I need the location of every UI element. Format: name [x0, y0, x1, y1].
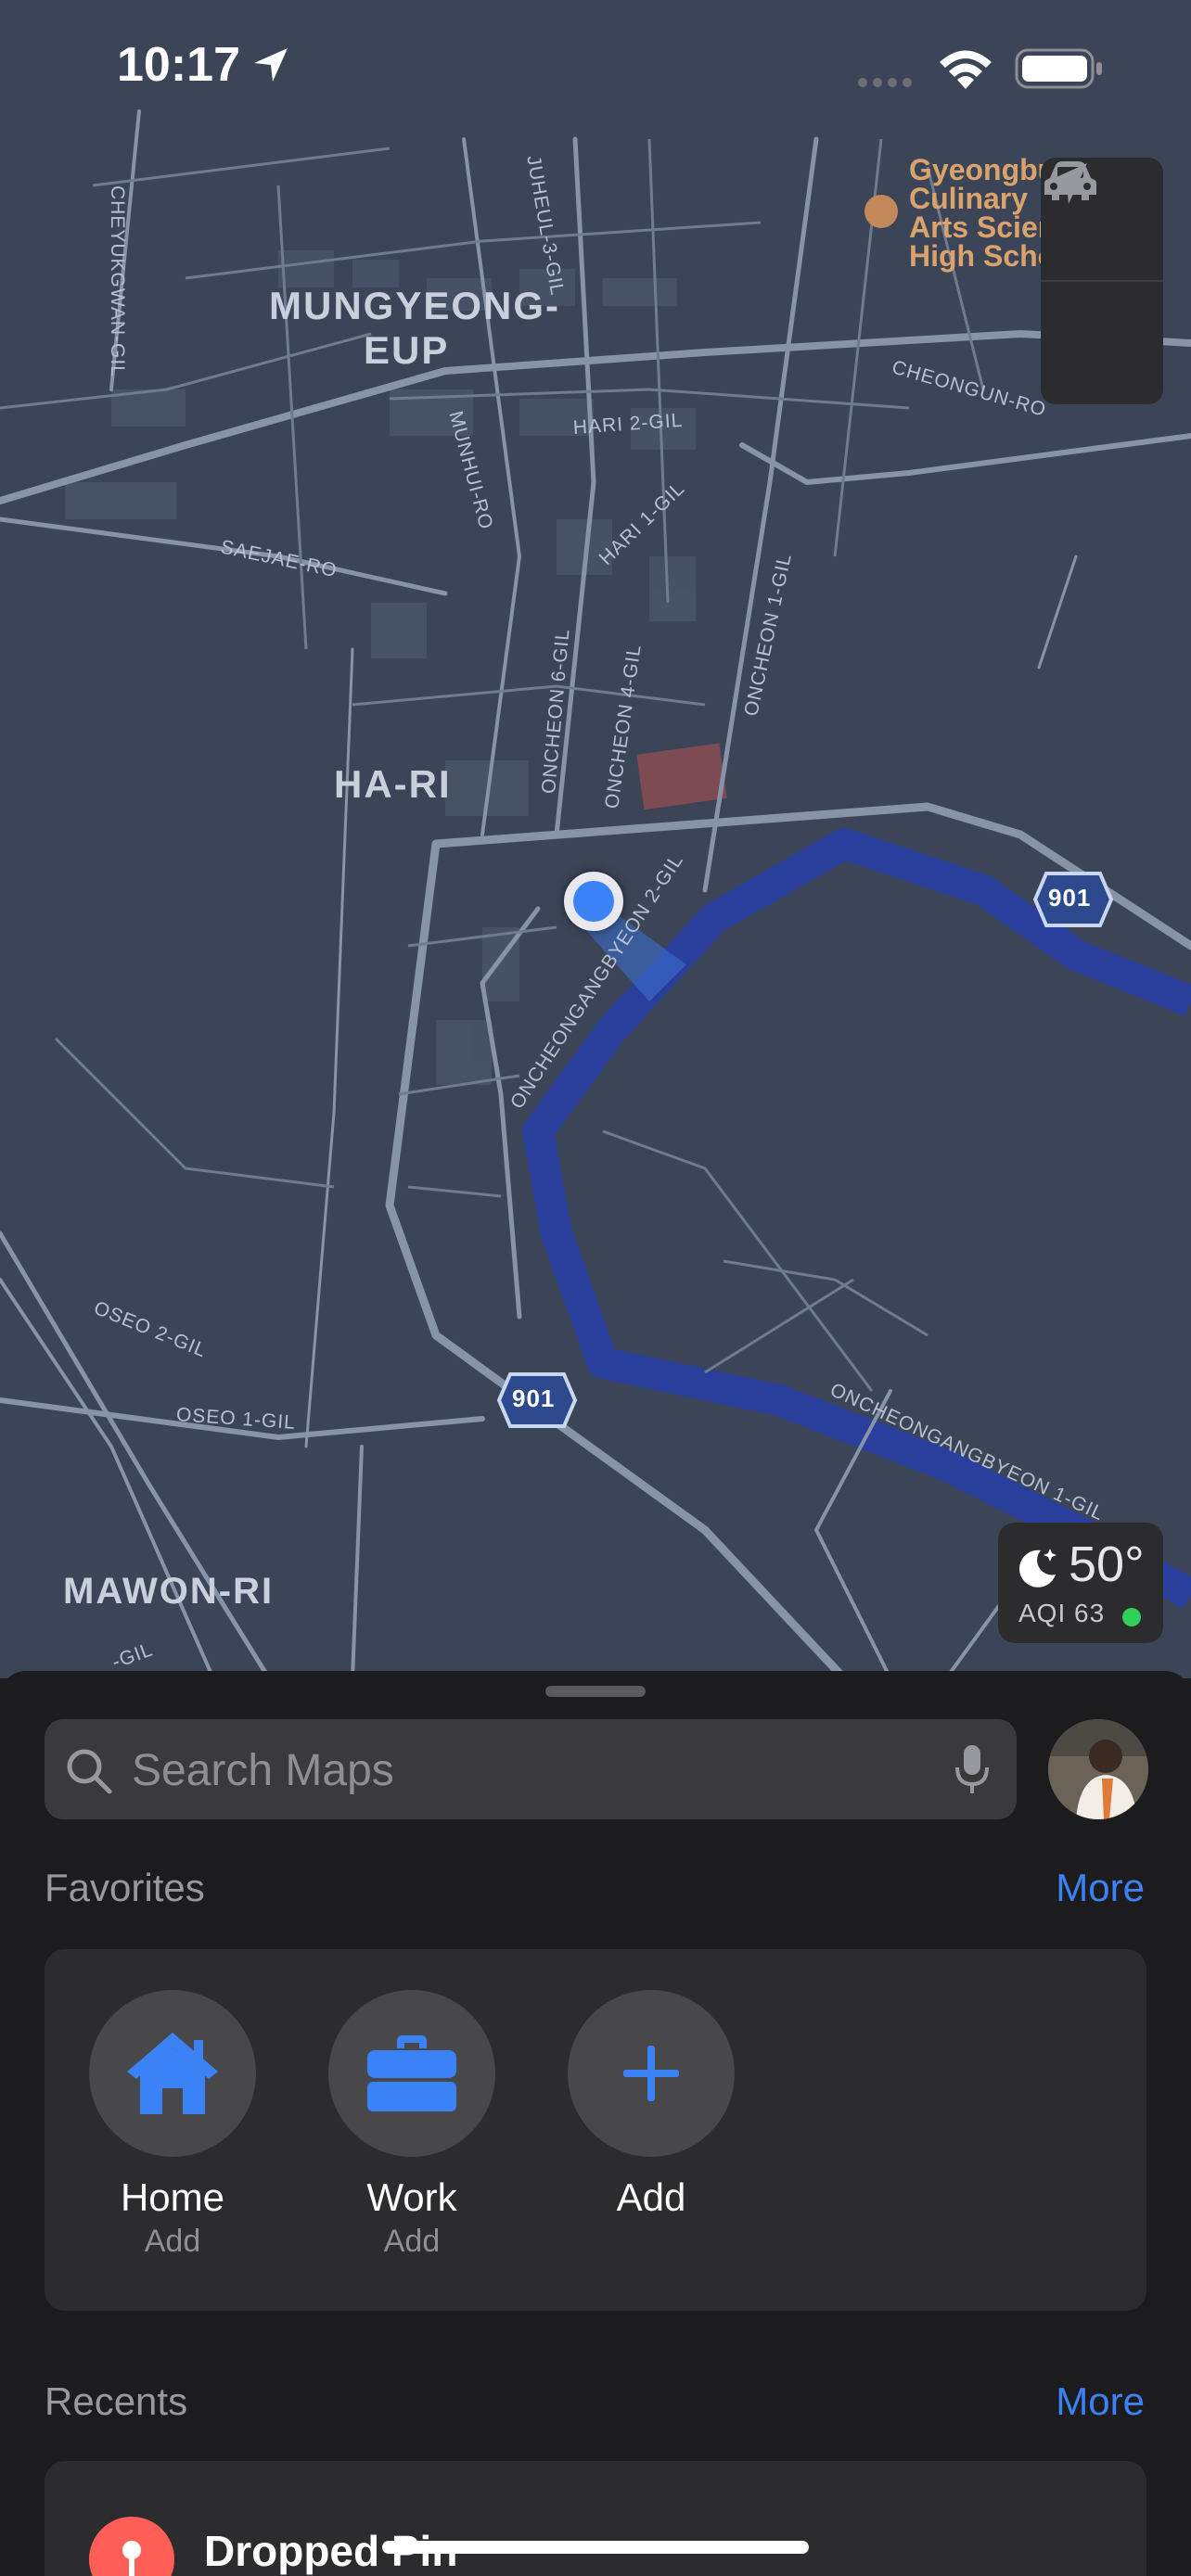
favorite-home-circle: [89, 1990, 256, 2157]
cellular-signal-icon: [858, 78, 912, 87]
favorite-label: Work: [366, 2175, 457, 2219]
favorite-work-circle: [328, 1990, 495, 2157]
search-bar[interactable]: [45, 1719, 1017, 1821]
plus-icon: [623, 2046, 679, 2101]
status-time: 10:17: [117, 38, 240, 92]
recents-title: Recents: [45, 2379, 188, 2423]
briefcase-icon: [367, 2035, 456, 2111]
road-label: CHEYUKGWAN-GIL: [107, 185, 128, 377]
avatar-image: [1048, 1719, 1148, 1819]
place-label: EUP: [364, 328, 450, 372]
location-services-icon: [254, 48, 288, 82]
favorite-add[interactable]: Add: [558, 1990, 744, 2220]
search-icon: [67, 1749, 112, 1794]
favorite-label: Add: [616, 2175, 686, 2219]
pin-glyph: [122, 2541, 141, 2576]
favorite-label: Home: [120, 2175, 225, 2219]
recent-item[interactable]: Dropped Pin: [45, 2461, 1146, 2576]
air-quality-index: AQI 63: [1018, 1599, 1106, 1627]
house-icon: [127, 2033, 218, 2114]
favorite-sublabel: Add: [144, 2224, 201, 2259]
sheet-grabber[interactable]: [545, 1686, 646, 1697]
route-901-label: 901: [512, 1384, 556, 1412]
home-indicator[interactable]: [382, 2541, 809, 2554]
aqi-status-dot: [1122, 1608, 1141, 1626]
favorites-title: Favorites: [45, 1866, 205, 1909]
favorites-card: Home Add Work Add Add: [45, 1949, 1146, 2311]
current-location-button[interactable]: [1041, 163, 1163, 404]
map-view[interactable]: 901 901 MUNGYEONG- EUP HA-RI MAWON-RI Gy…: [0, 0, 1191, 1678]
status-bar: 10:17: [0, 0, 1191, 130]
recents-more-link[interactable]: More: [1056, 2379, 1145, 2424]
microphone-icon[interactable]: [954, 1743, 991, 1797]
poi-label[interactable]: Gyeongbu Culinary Arts Scien High Scho: [909, 155, 1056, 271]
favorite-home[interactable]: Home Add: [80, 1990, 265, 2260]
route-901-label: 901: [1048, 884, 1092, 912]
location-arrow-icon: [1046, 163, 1087, 204]
wifi-icon: [940, 50, 992, 89]
favorites-more-link[interactable]: More: [1056, 1866, 1145, 1910]
bottom-sheet: Favorites More Home Add Work: [0, 1671, 1191, 2576]
moon-icon: [1018, 1549, 1057, 1588]
favorite-work[interactable]: Work Add: [319, 1990, 505, 2260]
battery-icon: [1015, 48, 1102, 89]
user-location-dot[interactable]: [564, 872, 623, 931]
school-poi-icon[interactable]: [864, 195, 898, 228]
map-controls: [1041, 158, 1163, 404]
weather-temperature: 50°: [1069, 1537, 1145, 1592]
profile-avatar[interactable]: [1048, 1719, 1148, 1819]
place-label: MAWON-RI: [63, 1571, 275, 1612]
search-input[interactable]: [130, 1719, 950, 1821]
place-label: MUNGYEONG-: [269, 284, 560, 327]
recents-card: Dropped Pin: [45, 2461, 1146, 2576]
weather-badge[interactable]: 50° AQI 63: [998, 1523, 1163, 1643]
place-label: HA-RI: [334, 762, 452, 806]
favorite-sublabel: Add: [383, 2224, 441, 2259]
favorite-add-circle: [568, 1990, 735, 2157]
pin-icon: [89, 2517, 174, 2576]
